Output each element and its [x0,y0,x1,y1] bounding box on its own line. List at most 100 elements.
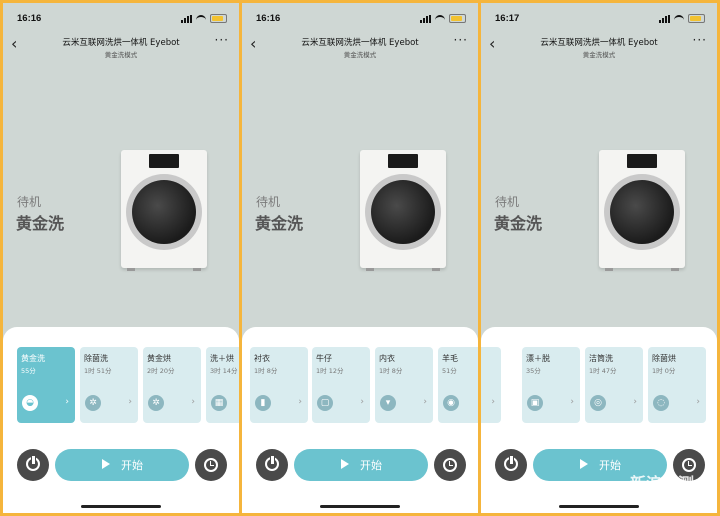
program-list: 黄金洗 55分 ◒ › 除菌洗 1时 51分 ✲ › 黄金烘 2时 20分 ✲ … [3,347,239,425]
current-mode: 黄金洗 [494,214,543,233]
start-button[interactable]: 开始 [55,449,189,481]
control-sheet: 衬衣 1时 8分 ▮ › 牛仔 1时 12分 ▢ › 内衣 1时 8分 ▾ › … [242,327,478,513]
home-indicator [81,505,161,508]
power-icon [504,455,518,471]
chevron-right-icon: › [360,397,364,407]
page-subtitle: 黄金洗模式 [343,51,377,59]
wash-icon: ◒ [22,395,38,411]
home-indicator [559,505,639,508]
chevron-right-icon: › [423,397,427,407]
program-duration: 1时 12分 [316,367,344,375]
status-bar: 16:16 [256,13,466,27]
program-duration: 51分 [442,367,457,375]
device-state: 待机 [495,195,520,209]
clock-icon [443,458,457,472]
power-button[interactable] [495,449,527,481]
program-card[interactable]: 服 分 ▮ › [481,347,501,423]
play-icon [102,459,110,469]
status-bar: 16:16 [17,13,227,27]
program-card[interactable]: 黄金洗 55分 ◒ › [17,347,75,423]
washer-image [360,150,446,271]
signal-icon [420,14,431,23]
page-title: 云米互联网洗烘一体机 Eyebot [301,38,419,48]
start-button[interactable]: 开始 [294,449,428,481]
program-duration: 1时 47分 [589,367,617,375]
program-duration: 1时 8分 [379,367,403,375]
washer-image [599,150,685,271]
schedule-button[interactable] [434,449,466,481]
more-icon[interactable]: ··· [454,33,468,47]
phone-screen-2: 16:16 ‹ 云米互联网洗烘一体机 Eyebot 黄金洗模式 ··· 待机 黄… [242,3,478,513]
status-bar: 16:17 [495,13,705,27]
dry-icon: ✲ [148,395,164,411]
program-duration: 3时 14分 [210,367,238,375]
program-name: 洗＋烘 [210,354,234,363]
program-name: 羊毛 [442,354,458,363]
program-duration: 1时 8分 [254,367,278,375]
more-icon[interactable]: ··· [215,33,229,47]
clock-icon [204,458,218,472]
program-name: 衬衣 [254,354,270,363]
power-button[interactable] [256,449,288,481]
rinse-spin-icon: ▣ [527,395,543,411]
phone-screen-1: 16:16 ‹ 云米互联网洗烘一体机 Eyebot 黄金洗模式 ··· 待机 黄… [3,3,239,513]
washer-door [604,174,680,250]
program-card[interactable]: 除菌洗 1时 51分 ✲ › [80,347,138,423]
chevron-right-icon: › [298,397,302,407]
battery-icon [449,14,466,23]
program-list: 衬衣 1时 8分 ▮ › 牛仔 1时 12分 ▢ › 内衣 1时 8分 ▾ › … [242,347,478,425]
status-time: 16:16 [256,13,281,24]
wifi-icon [196,14,206,23]
watermark: 新浪众测 [630,474,695,493]
program-card[interactable]: 黄金烘 2时 20分 ✲ › [143,347,201,423]
nav-bar: ‹ 云米互联网洗烘一体机 Eyebot 黄金洗模式 ··· [242,31,478,61]
power-button[interactable] [17,449,49,481]
shirt-icon: ▮ [255,395,271,411]
program-card[interactable]: 洗＋烘 3时 14分 ▦ › [206,347,239,423]
chevron-right-icon: › [191,397,195,407]
sterile-dry-icon: ◌ [653,395,669,411]
washer-door [126,174,202,250]
start-label: 开始 [121,459,143,472]
device-state: 待机 [17,195,42,209]
program-card[interactable]: 衬衣 1时 8分 ▮ › [250,347,308,423]
start-label: 开始 [599,459,621,472]
program-card[interactable]: 除菌烘 1时 0分 ◌ › [648,347,706,423]
page-title: 云米互联网洗烘一体机 Eyebot [62,38,180,48]
drum-clean-icon: ◎ [590,395,606,411]
program-card[interactable]: 洁筒洗 1时 47分 ◎ › [585,347,643,423]
chevron-right-icon: › [633,397,637,407]
schedule-button[interactable] [195,449,227,481]
jeans-icon: ▢ [317,395,333,411]
current-mode: 黄金洗 [16,214,65,233]
wool-icon: ◉ [443,395,459,411]
program-card[interactable]: 漂＋脱 35分 ▣ › [522,347,580,423]
underwear-icon: ▾ [380,395,396,411]
program-card[interactable]: 内衣 1时 8分 ▾ › [375,347,433,423]
nav-bar: ‹ 云米互联网洗烘一体机 Eyebot 黄金洗模式 ··· [3,31,239,61]
program-duration: 55分 [21,367,36,375]
program-name: 黄金烘 [147,354,171,363]
current-mode: 黄金洗 [255,214,304,233]
more-icon[interactable]: ··· [693,33,707,47]
program-list: 服 分 ▮ › 漂＋脱 35分 ▣ › 洁筒洗 1时 47分 ◎ › 除菌烘 1… [481,347,717,425]
chevron-right-icon: › [491,397,495,407]
sterilize-icon: ✲ [85,395,101,411]
program-card[interactable]: 羊毛 51分 ◉ › [438,347,478,423]
chevron-right-icon: › [128,397,132,407]
program-name: 除菌洗 [84,354,108,363]
program-name: 洁筒洗 [589,354,613,363]
program-name: 漂＋脱 [526,354,550,363]
control-sheet: 黄金洗 55分 ◒ › 除菌洗 1时 51分 ✲ › 黄金烘 2时 20分 ✲ … [3,327,239,513]
status-time: 16:17 [495,13,520,24]
program-name: 黄金洗 [21,354,45,363]
program-card[interactable]: 牛仔 1时 12分 ▢ › [312,347,370,423]
program-duration: 1时 0分 [652,367,676,375]
washer-image [121,150,207,271]
power-icon [265,455,279,471]
washer-display [627,154,657,168]
washer-door [365,174,441,250]
power-icon [26,455,40,471]
device-state: 待机 [256,195,281,209]
washer-display [388,154,418,168]
